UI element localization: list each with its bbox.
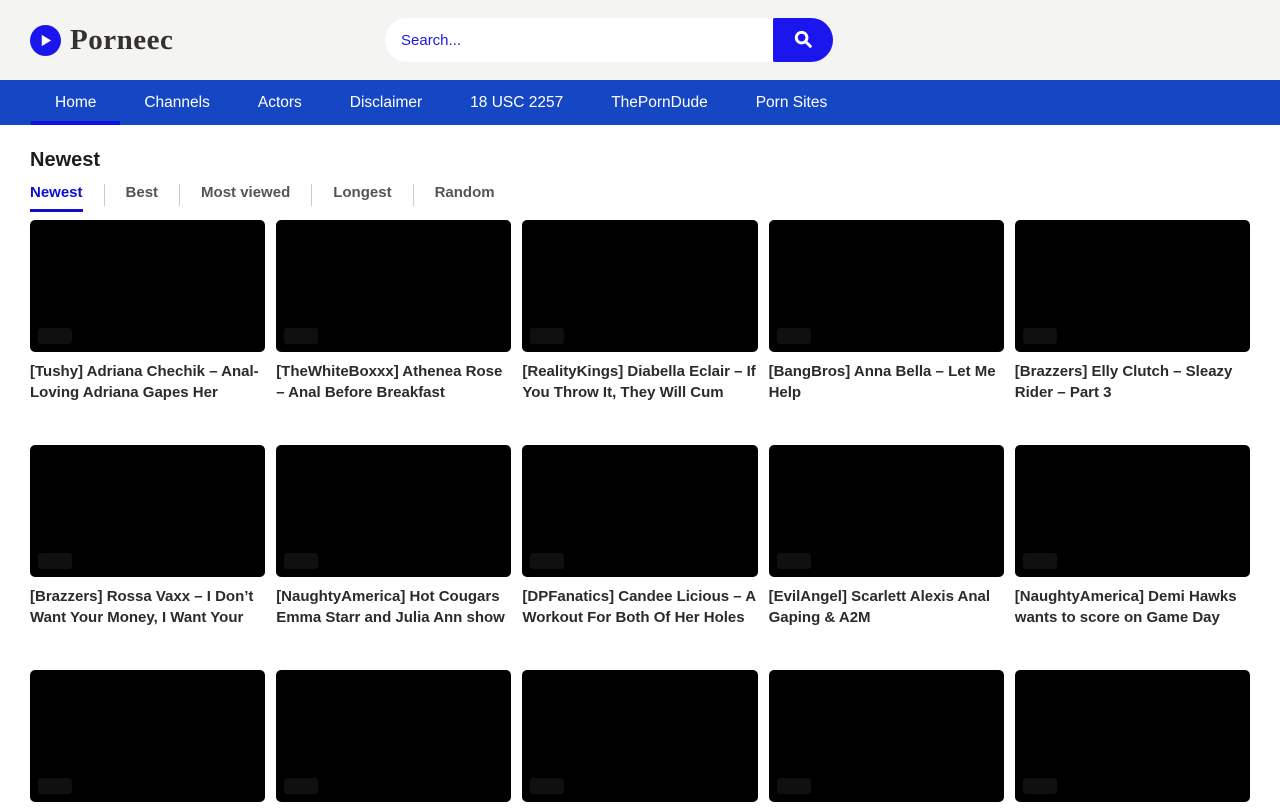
tab-most-viewed[interactable]: Most viewed [201, 178, 290, 212]
video-thumbnail[interactable] [769, 220, 1004, 352]
duration-badge [1023, 553, 1057, 569]
duration-badge [1023, 328, 1057, 344]
tab-divider [413, 184, 414, 206]
play-icon [30, 25, 61, 56]
duration-badge [777, 328, 811, 344]
nav-item-theporndude[interactable]: ThePornDude [587, 80, 732, 125]
video-card[interactable] [769, 670, 1004, 811]
nav-item-channels[interactable]: Channels [120, 80, 234, 125]
video-card[interactable]: [TheWhiteBoxxx] Athenea Rose – Anal Befo… [276, 220, 511, 403]
duration-badge [38, 328, 72, 344]
nav-item-home[interactable]: Home [31, 80, 120, 125]
video-thumbnail[interactable] [276, 220, 511, 352]
video-thumbnail[interactable] [1015, 445, 1250, 577]
video-title[interactable]: [NaughtyAmerica] Hot Cougars Emma Starr … [276, 586, 511, 628]
video-title[interactable]: [Tushy] Adriana Chechik – Anal-Loving Ad… [30, 361, 265, 403]
tab-longest[interactable]: Longest [333, 178, 391, 212]
search-bar [385, 18, 833, 62]
video-title[interactable]: [DPFanatics] Candee Licious – A Workout … [522, 586, 757, 628]
tab-divider [179, 184, 180, 206]
duration-badge [284, 553, 318, 569]
main-content: Newest Newest Best Most viewed Longest R… [0, 149, 1280, 811]
duration-badge [284, 778, 318, 794]
brand-logo[interactable]: Porneec [30, 24, 173, 57]
video-title[interactable]: [Brazzers] Rossa Vaxx – I Don’t Want You… [30, 586, 265, 628]
video-title[interactable]: [TheWhiteBoxxx] Athenea Rose – Anal Befo… [276, 361, 511, 403]
tab-random[interactable]: Random [435, 178, 495, 212]
tab-newest[interactable]: Newest [30, 178, 83, 212]
video-thumbnail[interactable] [522, 220, 757, 352]
duration-badge [38, 778, 72, 794]
video-thumbnail[interactable] [276, 670, 511, 802]
video-thumbnail[interactable] [769, 670, 1004, 802]
video-card[interactable] [30, 670, 265, 811]
video-title[interactable]: [NaughtyAmerica] Demi Hawks wants to sco… [1015, 586, 1250, 628]
tab-divider [104, 184, 105, 206]
nav-item-18usc2257[interactable]: 18 USC 2257 [446, 80, 587, 125]
search-button[interactable] [773, 18, 833, 62]
duration-badge [777, 553, 811, 569]
video-thumbnail[interactable] [276, 445, 511, 577]
video-thumbnail[interactable] [1015, 220, 1250, 352]
video-thumbnail[interactable] [522, 445, 757, 577]
video-thumbnail[interactable] [30, 445, 265, 577]
video-title[interactable]: [Brazzers] Elly Clutch – Sleazy Rider – … [1015, 361, 1250, 403]
video-card[interactable]: [DPFanatics] Candee Licious – A Workout … [522, 445, 757, 628]
video-thumbnail[interactable] [769, 445, 1004, 577]
duration-badge [1023, 778, 1057, 794]
duration-badge [530, 328, 564, 344]
nav-item-actors[interactable]: Actors [234, 80, 326, 125]
site-header: Porneec [0, 0, 1280, 80]
video-card[interactable]: [RealityKings] Diabella Eclair – If You … [522, 220, 757, 403]
video-title[interactable]: [BangBros] Anna Bella – Let Me Help [769, 361, 1004, 403]
search-icon [792, 28, 814, 53]
video-card[interactable]: [EvilAngel] Scarlett Alexis Anal Gaping … [769, 445, 1004, 628]
main-nav: Home Channels Actors Disclaimer 18 USC 2… [0, 80, 1280, 125]
video-card[interactable]: [NaughtyAmerica] Demi Hawks wants to sco… [1015, 445, 1250, 628]
search-input[interactable] [385, 18, 795, 62]
duration-badge [530, 553, 564, 569]
video-card[interactable]: [Tushy] Adriana Chechik – Anal-Loving Ad… [30, 220, 265, 403]
video-card[interactable]: [Brazzers] Rossa Vaxx – I Don’t Want You… [30, 445, 265, 628]
duration-badge [530, 778, 564, 794]
video-card[interactable]: [BangBros] Anna Bella – Let Me Help [769, 220, 1004, 403]
tab-best[interactable]: Best [126, 178, 159, 212]
video-card[interactable]: [NaughtyAmerica] Hot Cougars Emma Starr … [276, 445, 511, 628]
tab-divider [311, 184, 312, 206]
video-card[interactable]: [Brazzers] Elly Clutch – Sleazy Rider – … [1015, 220, 1250, 403]
video-thumbnail[interactable] [1015, 670, 1250, 802]
video-card[interactable] [276, 670, 511, 811]
nav-item-disclaimer[interactable]: Disclaimer [326, 80, 446, 125]
duration-badge [777, 778, 811, 794]
video-grid: [Tushy] Adriana Chechik – Anal-Loving Ad… [30, 220, 1250, 811]
video-title[interactable]: [RealityKings] Diabella Eclair – If You … [522, 361, 757, 403]
duration-badge [284, 328, 318, 344]
sort-tabs: Newest Best Most viewed Longest Random [30, 178, 1250, 212]
page-title: Newest [30, 149, 1250, 172]
video-title[interactable]: [EvilAngel] Scarlett Alexis Anal Gaping … [769, 586, 1004, 628]
brand-name: Porneec [70, 24, 173, 57]
nav-item-porn-sites[interactable]: Porn Sites [732, 80, 852, 125]
video-card[interactable] [522, 670, 757, 811]
duration-badge [38, 553, 72, 569]
video-card[interactable] [1015, 670, 1250, 811]
video-thumbnail[interactable] [522, 670, 757, 802]
video-thumbnail[interactable] [30, 670, 265, 802]
video-thumbnail[interactable] [30, 220, 265, 352]
